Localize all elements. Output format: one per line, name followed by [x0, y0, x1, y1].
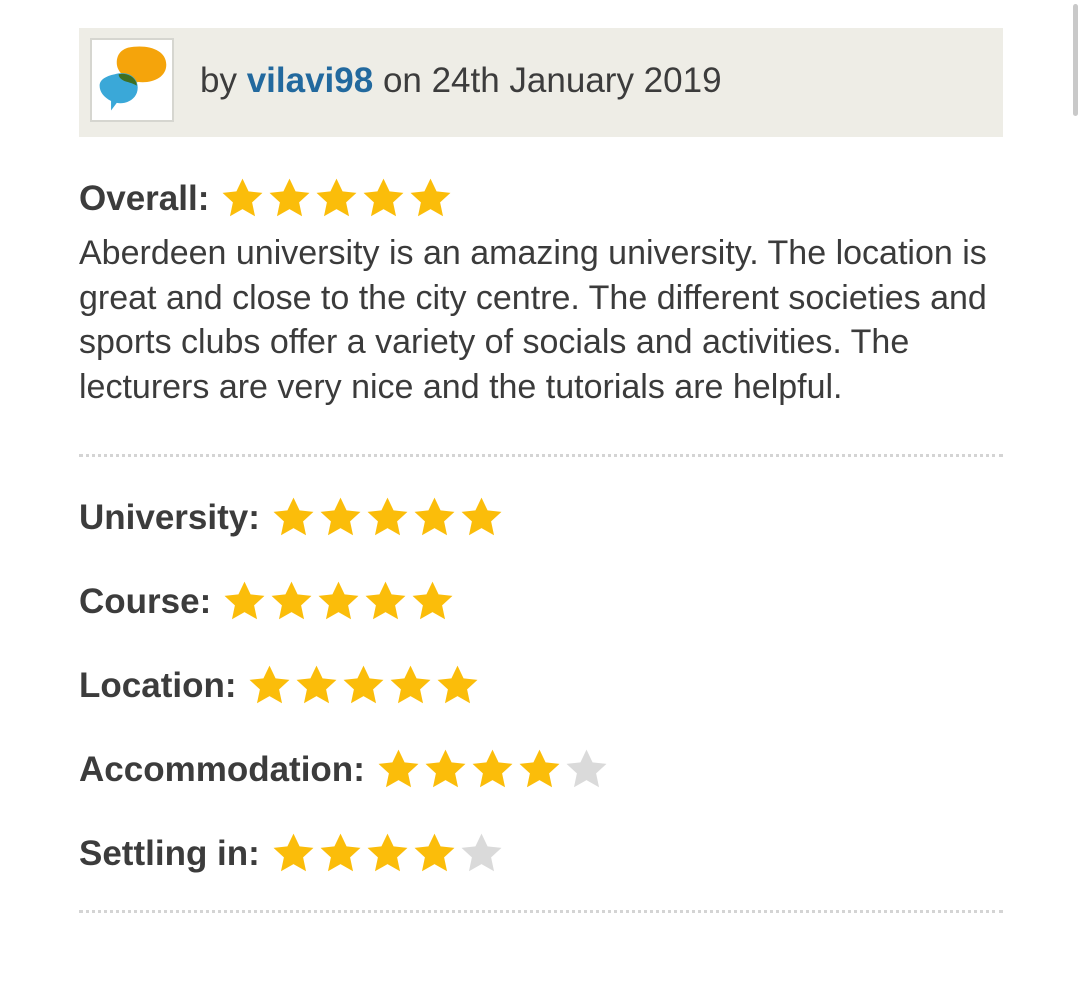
star-filled-icon: [320, 497, 361, 536]
sub-ratings: University: Course: Location: Accommodation…: [79, 490, 1003, 882]
star-filled-icon: [412, 581, 453, 620]
star-filled-icon: [461, 497, 502, 536]
rating-stars: [221, 578, 456, 626]
review-date: on 24th January 2019: [382, 61, 722, 100]
star-filled-icon: [344, 665, 384, 704]
rating-label: Course:: [79, 582, 212, 621]
star-filled-icon: [367, 497, 408, 536]
overall-label: Overall:: [79, 179, 210, 218]
rating-label: Location:: [79, 666, 237, 705]
star-filled-icon: [273, 833, 314, 872]
divider: [79, 910, 1003, 913]
rating-row: Accommodation:: [79, 742, 1003, 798]
star-filled-icon: [438, 665, 478, 704]
star-filled-icon: [316, 178, 357, 217]
review-text: Aberdeen university is an amazing univer…: [79, 234, 987, 406]
star-filled-icon: [318, 581, 359, 620]
star-filled-icon: [378, 749, 419, 788]
overall-rating: Overall:: [79, 171, 1003, 227]
rating-stars: [375, 746, 610, 794]
review-header: by vilavi98 on 24th January 2019: [79, 28, 1003, 137]
rating-row: University:: [79, 490, 1003, 546]
star-filled-icon: [365, 581, 406, 620]
star-filled-icon: [320, 833, 361, 872]
star-filled-icon: [271, 581, 312, 620]
star-filled-icon: [519, 749, 560, 788]
star-filled-icon: [297, 665, 337, 704]
rating-label: University:: [79, 498, 260, 537]
star-filled-icon: [410, 178, 451, 217]
star-filled-icon: [425, 749, 466, 788]
star-filled-icon: [414, 833, 455, 872]
avatar: [90, 38, 174, 122]
star-filled-icon: [391, 665, 431, 704]
star-filled-icon: [363, 178, 404, 217]
rating-stars: [270, 830, 505, 878]
star-empty-icon: [461, 833, 502, 872]
rating-label: Settling in:: [79, 834, 260, 873]
divider: [79, 454, 1003, 457]
star-filled-icon: [414, 497, 455, 536]
rating-row: Course:: [79, 574, 1003, 630]
star-filled-icon: [222, 178, 263, 217]
speech-bubbles-icon: [99, 46, 167, 111]
rating-stars: [270, 494, 505, 542]
rating-label: Accommodation:: [79, 750, 365, 789]
star-filled-icon: [224, 581, 265, 620]
star-filled-icon: [367, 833, 408, 872]
star-filled-icon: [269, 178, 310, 217]
star-filled-icon: [273, 497, 314, 536]
byline-prefix: by: [200, 61, 237, 100]
rating-stars: [246, 662, 481, 710]
review-byline: by vilavi98 on 24th January 2019: [200, 59, 722, 103]
scrollbar[interactable]: [1073, 4, 1078, 116]
author-link[interactable]: vilavi98: [247, 61, 374, 100]
rating-row: Location:: [79, 658, 1003, 714]
star-empty-icon: [566, 749, 607, 788]
star-filled-icon: [472, 749, 513, 788]
star-filled-icon: [250, 665, 290, 704]
rating-row: Settling in:: [79, 826, 1003, 882]
review-card: by vilavi98 on 24th January 2019 Overall…: [79, 28, 1003, 913]
overall-stars: [219, 175, 454, 223]
